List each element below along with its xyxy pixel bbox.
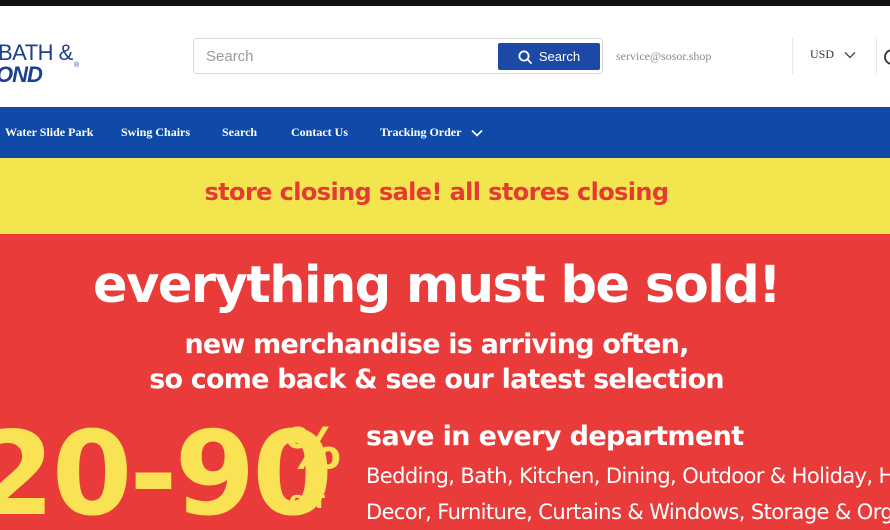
discount-range: 20-90: [0, 407, 333, 530]
site-header: BATH & OND ® Search service@sosor.shop U…: [0, 6, 890, 107]
nav-item-contact-us[interactable]: Contact Us: [291, 107, 348, 158]
chevron-down-icon: [471, 129, 484, 137]
nav-item-water-slide-park[interactable]: Water Slide Park: [5, 107, 93, 158]
main-nav: Water Slide Park Swing Chairs Search Con…: [0, 107, 890, 158]
search-button[interactable]: Search: [498, 43, 600, 70]
search-bar: Search: [193, 38, 603, 74]
departments-line-1: Bedding, Bath, Kitchen, Dining, Outdoor …: [366, 464, 890, 488]
currency-selector[interactable]: USD: [810, 47, 856, 62]
search-icon[interactable]: [883, 48, 890, 68]
percent-sign: %: [285, 417, 342, 482]
logo-registered-mark: ®: [74, 62, 80, 69]
logo-line2: OND: [0, 62, 43, 87]
nav-item-label: Water Slide Park: [5, 125, 94, 139]
nav-item-search[interactable]: Search: [222, 107, 257, 158]
departments-line-2: Decor, Furniture, Curtains & Windows, St…: [366, 500, 890, 524]
store-closing-text: store closing sale! all stores closing: [204, 178, 670, 206]
nav-item-label: Contact Us: [291, 125, 348, 139]
search-button-label: Search: [538, 49, 581, 64]
header-divider: [876, 38, 877, 74]
search-input[interactable]: [206, 39, 496, 73]
nav-item-label: Tracking Order: [380, 125, 462, 139]
header-divider: [792, 38, 793, 74]
brand-logo[interactable]: BATH & OND ®: [0, 40, 90, 88]
search-icon: [518, 50, 532, 64]
banner-subline-1: new merchandise is arriving often,: [184, 329, 689, 360]
currency-label: USD: [810, 47, 835, 61]
save-heading: save in every department: [366, 421, 744, 452]
contact-email[interactable]: service@sosor.shop: [616, 49, 711, 64]
banner-headline: everything must be sold!: [93, 256, 782, 315]
sale-banner[interactable]: everything must be sold! new merchandise…: [0, 234, 890, 530]
nav-item-tracking-order[interactable]: Tracking Order: [380, 107, 484, 158]
nav-item-label: Swing Chairs: [121, 125, 191, 139]
nav-item-swing-chairs[interactable]: Swing Chairs: [121, 107, 190, 158]
chevron-down-icon: [844, 51, 856, 58]
off-label: off: [289, 486, 325, 514]
nav-item-label: Search: [222, 125, 258, 139]
banner-subline-2: so come back & see our latest selection: [149, 364, 724, 395]
